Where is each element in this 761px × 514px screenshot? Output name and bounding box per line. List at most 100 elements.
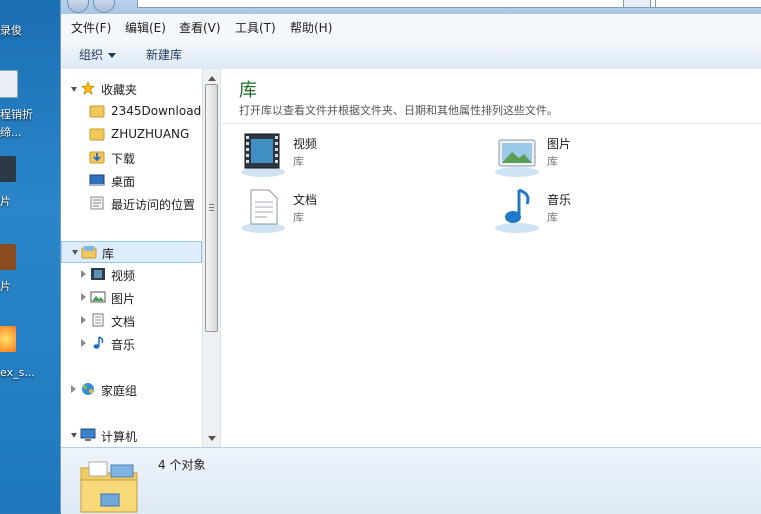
scrollbar-thumb[interactable] xyxy=(205,84,218,332)
expand-arrow-icon[interactable] xyxy=(81,316,86,324)
menu-file[interactable]: 文件(F) xyxy=(71,19,111,36)
explorer-window: 文件(F) 编辑(E) 查看(V) 工具(T) 帮助(H) 组织 新建库 收藏夹… xyxy=(60,0,761,514)
desktop-label[interactable]: 录俊 xyxy=(0,22,22,38)
nav-item-downloads[interactable]: 下载 xyxy=(61,147,202,169)
video-library-icon xyxy=(241,133,285,177)
library-item-type: 库 xyxy=(547,211,558,224)
desktop-label[interactable]: 程销折 xyxy=(0,106,33,122)
menu-view[interactable]: 查看(V) xyxy=(179,19,221,36)
desktop-label[interactable]: 片 xyxy=(0,278,11,294)
folder-icon xyxy=(89,128,105,141)
nav-item-recent[interactable]: 最近访问的位置 xyxy=(61,193,202,215)
recent-places-icon xyxy=(90,196,104,210)
picture-icon[interactable] xyxy=(0,156,16,182)
expand-arrow-icon[interactable] xyxy=(81,270,86,278)
library-item-type: 库 xyxy=(293,211,304,224)
nav-lib-pictures[interactable]: 图片 xyxy=(61,287,202,309)
nav-item-label: 图片 xyxy=(111,292,136,306)
nav-item-zhuzhuang[interactable]: ZHUZHUANG xyxy=(61,124,202,146)
nav-item-label: 视频 xyxy=(111,269,136,283)
pictures-library-icon xyxy=(495,139,539,177)
nav-computer[interactable]: 计算机 xyxy=(61,425,202,447)
nav-item-label: 下载 xyxy=(111,152,136,166)
app-icon[interactable] xyxy=(0,326,16,352)
library-item-documents[interactable]: 文档 库 xyxy=(239,186,459,236)
title-bar xyxy=(61,0,761,14)
menu-edit[interactable]: 编辑(E) xyxy=(125,19,166,36)
library-item-music[interactable]: 音乐 库 xyxy=(493,186,713,236)
details-pane: 4 个对象 xyxy=(61,447,761,514)
item-count: 4 个对象 xyxy=(158,458,206,472)
address-dropdown[interactable] xyxy=(623,0,651,8)
libraries-folder-icon xyxy=(80,461,138,513)
organize-label: 组织 xyxy=(79,48,104,62)
content-pane: 库 打开库以查看文件并根据文件夹、日期和其他属性排列这些文件。 视频 库 图片 … xyxy=(220,69,761,447)
pictures-icon xyxy=(90,291,106,303)
expand-arrow-icon[interactable] xyxy=(71,87,77,92)
library-item-name: 音乐 xyxy=(547,193,572,207)
library-item-name: 文档 xyxy=(293,193,318,207)
page-title: 库 xyxy=(239,80,257,101)
library-item-type: 库 xyxy=(547,155,558,168)
nav-item-label: 2345Downloads xyxy=(111,104,202,118)
back-button[interactable] xyxy=(67,0,89,13)
grip-line xyxy=(209,204,214,205)
expand-arrow-icon[interactable] xyxy=(81,293,86,301)
nav-item-2345downloads[interactable]: 2345Downloads xyxy=(61,101,202,123)
expand-arrow-icon[interactable] xyxy=(71,433,77,438)
archive-icon[interactable] xyxy=(0,244,16,270)
menu-tools[interactable]: 工具(T) xyxy=(235,19,276,36)
nav-item-label: 最近访问的位置 xyxy=(111,198,196,212)
desktop-label[interactable]: ex_s... xyxy=(0,366,35,379)
libraries-folder-icon xyxy=(81,246,97,259)
nav-lib-documents[interactable]: 文档 xyxy=(61,310,202,332)
chevron-down-icon xyxy=(108,53,117,58)
expand-arrow-icon[interactable] xyxy=(71,385,76,393)
nav-item-label: ZHUZHUANG xyxy=(111,127,190,141)
desktop-icon xyxy=(89,174,105,186)
search-input[interactable] xyxy=(655,0,761,8)
documents-library-icon xyxy=(241,189,285,233)
expand-arrow-icon[interactable] xyxy=(72,250,78,255)
command-bar: 组织 新建库 xyxy=(61,38,761,70)
scroll-down-icon[interactable] xyxy=(208,436,216,441)
expand-arrow-icon[interactable] xyxy=(81,339,86,347)
nav-item-label: 文档 xyxy=(111,315,136,329)
nav-lib-music[interactable]: 音乐 xyxy=(61,333,202,355)
desktop-label[interactable]: 缔... xyxy=(0,124,22,140)
nav-homegroup[interactable]: 家庭组 xyxy=(61,379,202,401)
nav-item-label: 桌面 xyxy=(111,175,136,189)
music-library-icon xyxy=(495,188,539,233)
library-item-video[interactable]: 视频 库 xyxy=(239,130,459,180)
nav-item-label: 音乐 xyxy=(111,338,136,352)
nav-scrollbar[interactable] xyxy=(202,69,220,447)
organize-button[interactable]: 组织 xyxy=(79,46,117,63)
nav-libraries[interactable]: 库 xyxy=(61,241,202,263)
menu-bar: 文件(F) 编辑(E) 查看(V) 工具(T) 帮助(H) xyxy=(61,14,761,39)
nav-computer-label: 计算机 xyxy=(101,430,138,444)
library-item-name: 视频 xyxy=(293,137,318,151)
new-library-button[interactable]: 新建库 xyxy=(146,46,182,63)
desktop-label[interactable]: 片 xyxy=(0,193,11,209)
document-icon[interactable] xyxy=(0,70,18,98)
nav-favorites[interactable]: 收藏夹 xyxy=(61,78,202,100)
desktop: 录俊 程销折 缔... 片 片 ex_s... xyxy=(0,0,60,513)
documents-icon xyxy=(92,313,104,327)
homegroup-icon xyxy=(82,383,94,395)
video-icon xyxy=(91,268,105,280)
music-icon xyxy=(93,336,104,349)
scroll-up-icon[interactable] xyxy=(208,76,216,81)
star-icon xyxy=(80,81,96,95)
library-item-pictures[interactable]: 图片 库 xyxy=(493,130,713,180)
address-bar[interactable] xyxy=(137,0,693,8)
nav-item-desktop[interactable]: 桌面 xyxy=(61,170,202,192)
menu-help[interactable]: 帮助(H) xyxy=(290,19,332,36)
downloads-folder-icon xyxy=(89,151,105,164)
computer-icon xyxy=(80,428,96,441)
page-description: 打开库以查看文件并根据文件夹、日期和其他属性排列这些文件。 xyxy=(239,104,558,117)
forward-button[interactable] xyxy=(93,0,115,13)
navigation-pane: 收藏夹 2345Downloads ZHUZHUANG 下载 桌面 最近访问的位… xyxy=(61,69,202,447)
grip-line xyxy=(209,210,214,211)
grip-line xyxy=(209,207,214,208)
nav-lib-video[interactable]: 视频 xyxy=(61,264,202,286)
